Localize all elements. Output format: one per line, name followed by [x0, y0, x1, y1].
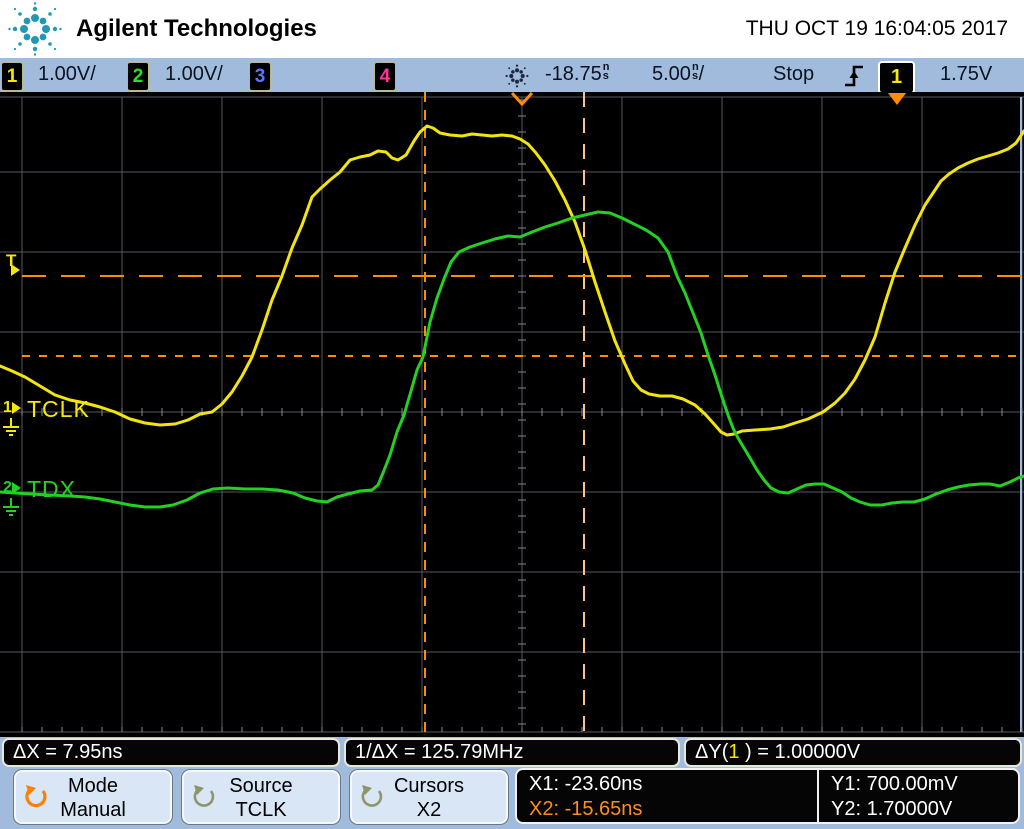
y2-value: Y2: 1.70000V: [831, 797, 958, 822]
trigger-source-badge[interactable]: 1: [878, 61, 915, 94]
channel-1-scale[interactable]: 1.00V/: [38, 63, 96, 86]
knob-icon: [23, 784, 49, 810]
channel-2-ground-marker: 2: [3, 480, 21, 496]
measurement-row: ΔX = 7.95ns 1/ΔX = 125.79MHz ΔY(1 ) = 1.…: [0, 737, 1024, 768]
cursor-readout-box: X1: -23.60ns X2: -15.65ns Y1: 700.00mV Y…: [515, 768, 1020, 824]
trace-tdx: [0, 212, 1024, 507]
trigger-level-arrow-icon: [11, 264, 20, 276]
ch1-marker-number: 1: [3, 399, 12, 416]
delta-y-readout: ΔY(1 ) = 1.00000V: [684, 738, 1022, 767]
acquisition-state[interactable]: Stop: [773, 63, 814, 86]
x-cursor-values: X1: -23.60ns X2: -15.65ns: [529, 772, 642, 822]
timebase-value: 5.00: [652, 63, 691, 85]
ch2-marker-number: 2: [3, 479, 12, 496]
knob-icon: [191, 784, 217, 810]
timebase-readout[interactable]: 5.00ns/: [652, 63, 704, 86]
channel-2-scale[interactable]: 1.00V/: [165, 63, 223, 86]
softkey-cursors[interactable]: Cursors X2: [350, 770, 508, 824]
y1-value: Y1: 700.00mV: [831, 772, 958, 797]
ch2-ground-icon: [2, 498, 20, 518]
delay-value: -18.75: [545, 63, 602, 85]
cursor-box-divider: [817, 770, 819, 822]
channel-2-badge[interactable]: 2: [127, 62, 149, 91]
softkey-row: Mode Manual Source TCLK Cursors X2 X1: -…: [0, 768, 1024, 829]
channel-4-badge[interactable]: 4: [374, 62, 396, 91]
inverse-delta-x-readout: 1/ΔX = 125.79MHz: [344, 738, 680, 767]
header: Agilent Technologies THU OCT 19 16:04:05…: [0, 0, 1024, 58]
ch1-trace-label: TCLK: [27, 398, 90, 421]
trigger-level-readout[interactable]: 1.75V: [940, 63, 992, 86]
brand-title: Agilent Technologies: [76, 15, 317, 43]
agilent-logo-icon: [6, 1, 64, 57]
x2-value: X2: -15.65ns: [529, 797, 642, 822]
trigger-slope-icon: [844, 63, 864, 89]
delta-y-channel: 1: [728, 741, 739, 763]
channel-3-badge[interactable]: 3: [249, 62, 271, 91]
waveform-display: T 1 TCLK 2 TDX: [0, 92, 1024, 737]
x1-value: X1: -23.60ns: [529, 772, 642, 797]
knob-icon: [359, 784, 385, 810]
delta-x-readout: ΔX = 7.95ns: [2, 738, 340, 767]
channel-1-badge[interactable]: 1: [1, 62, 23, 91]
scope-canvas: [0, 92, 1024, 737]
system-spark-icon: [502, 61, 532, 91]
timebase-unit: ns: [692, 63, 699, 81]
trigger-position-marker-icon: [888, 93, 906, 105]
softkey-mode[interactable]: Mode Manual: [14, 770, 172, 824]
datetime: THU OCT 19 16:04:05 2017: [746, 17, 1008, 41]
ch1-ground-icon: [2, 418, 20, 438]
channel-1-ground-marker: 1: [3, 400, 21, 416]
softkey-source[interactable]: Source TCLK: [182, 770, 340, 824]
y-cursor-values: Y1: 700.00mV Y2: 1.70000V: [831, 772, 958, 822]
oscilloscope-screen: Agilent Technologies THU OCT 19 16:04:05…: [0, 0, 1024, 829]
ch2-trace-label: TDX: [27, 478, 76, 501]
delay-unit: ns: [603, 63, 610, 81]
delay-readout[interactable]: -18.75ns: [545, 63, 609, 86]
status-bar: 1 1.00V/ 2 1.00V/ 3 4 -18.75ns 5.00ns/ S…: [0, 58, 1024, 94]
